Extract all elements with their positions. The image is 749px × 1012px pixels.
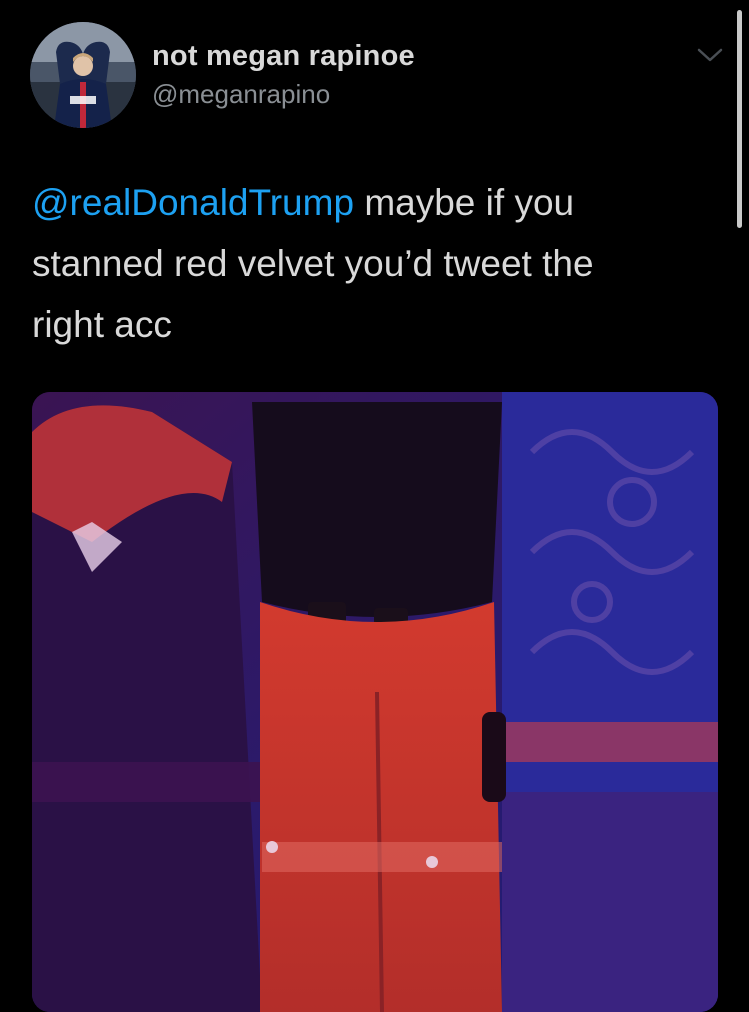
avatar-photo (30, 22, 136, 128)
user-handle[interactable]: @meganrapino (152, 79, 330, 110)
tweet-media[interactable] (32, 392, 718, 1012)
tweet-text-line2: stanned red velvet you’d tweet the (32, 243, 594, 284)
chevron-down-icon[interactable] (690, 40, 730, 72)
avatar[interactable] (30, 22, 136, 128)
media-image (32, 392, 718, 1012)
display-name[interactable]: not megan rapinoe (152, 40, 415, 73)
tweet-card: not megan rapinoe @meganrapino @realDona… (0, 0, 749, 1012)
tweet-text: @realDonaldTrump maybe if you stanned re… (32, 172, 712, 355)
mention-link[interactable]: @realDonaldTrump (32, 182, 354, 223)
tweet-text-line3: right acc (32, 304, 172, 345)
tweet-text-line1: maybe if you (354, 182, 575, 223)
scrollbar[interactable] (737, 10, 742, 228)
